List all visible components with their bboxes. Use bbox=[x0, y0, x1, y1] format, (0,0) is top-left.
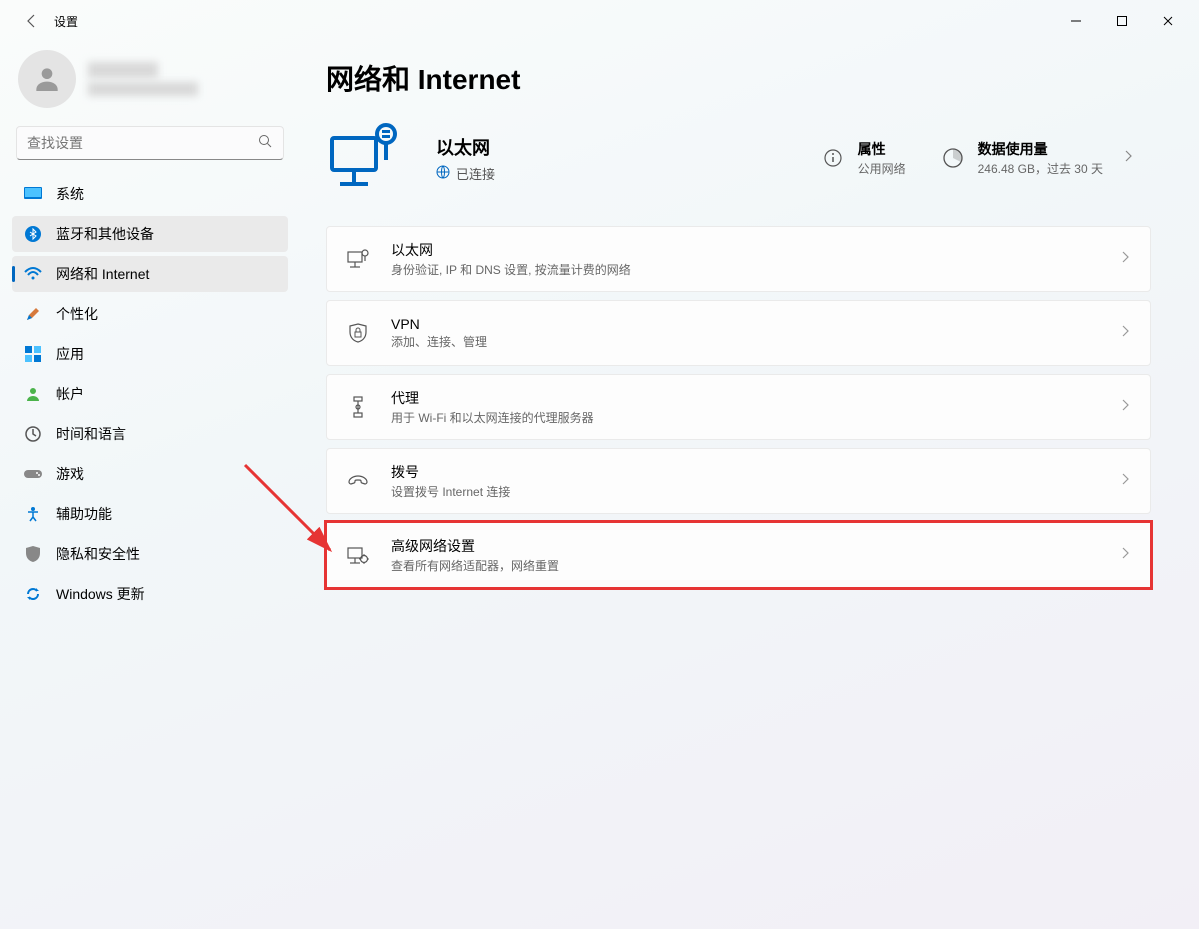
globe-icon bbox=[436, 165, 450, 182]
back-button[interactable] bbox=[22, 11, 42, 31]
card-sub: 设置拨号 Internet 连接 bbox=[391, 483, 1120, 500]
search-field[interactable] bbox=[27, 135, 257, 151]
card-title: 以太网 bbox=[391, 240, 1120, 260]
nav-privacy[interactable]: 隐私和安全性 bbox=[12, 536, 288, 572]
card-sub: 身份验证, IP 和 DNS 设置, 按流量计费的网络 bbox=[391, 261, 1120, 278]
user-name-blurred bbox=[88, 62, 158, 78]
user-email-blurred bbox=[88, 82, 198, 96]
nav-label: 游戏 bbox=[56, 464, 84, 484]
nav-bluetooth[interactable]: 蓝牙和其他设备 bbox=[12, 216, 288, 252]
hero-title: 以太网 bbox=[436, 134, 495, 160]
window-title: 设置 bbox=[54, 13, 78, 30]
nav-time-language[interactable]: 时间和语言 bbox=[12, 416, 288, 452]
card-title: 高级网络设置 bbox=[391, 536, 1120, 556]
person-icon bbox=[24, 385, 42, 403]
data-usage-icon bbox=[942, 147, 964, 169]
card-proxy[interactable]: 代理 用于 Wi-Fi 和以太网连接的代理服务器 bbox=[326, 374, 1151, 440]
card-advanced-network[interactable]: 高级网络设置 查看所有网络适配器，网络重置 bbox=[326, 522, 1151, 588]
card-vpn[interactable]: VPN 添加、连接、管理 bbox=[326, 300, 1151, 366]
brush-icon bbox=[24, 305, 42, 323]
nav-accounts[interactable]: 帐户 bbox=[12, 376, 288, 412]
nav-network[interactable]: 网络和 Internet bbox=[12, 256, 288, 292]
nav-windows-update[interactable]: Windows 更新 bbox=[12, 576, 288, 612]
nav-label: 时间和语言 bbox=[56, 424, 126, 444]
ethernet-icon bbox=[347, 248, 369, 270]
title-bar: 设置 bbox=[0, 0, 1199, 42]
update-icon bbox=[24, 585, 42, 603]
maximize-button[interactable] bbox=[1099, 5, 1145, 37]
shield-lock-icon bbox=[347, 322, 369, 344]
chevron-right-icon bbox=[1120, 398, 1130, 417]
monitor-icon bbox=[24, 185, 42, 203]
user-profile[interactable] bbox=[8, 42, 292, 126]
hero-status: 已连接 bbox=[456, 164, 495, 183]
shield-icon bbox=[24, 545, 42, 563]
wifi-icon bbox=[24, 265, 42, 283]
chevron-right-icon bbox=[1120, 324, 1130, 343]
main-content: 网络和 Internet 以太网 已连接 属性 公用网络 bbox=[300, 42, 1199, 929]
nav-label: 蓝牙和其他设备 bbox=[56, 224, 154, 244]
close-button[interactable] bbox=[1145, 5, 1191, 37]
nav-accessibility[interactable]: 辅助功能 bbox=[12, 496, 288, 532]
nav-label: 个性化 bbox=[56, 304, 98, 324]
proxy-icon bbox=[347, 396, 369, 418]
nav-list: 系统 蓝牙和其他设备 网络和 Internet 个性化 应用 帐户 bbox=[8, 176, 292, 612]
page-title: 网络和 Internet bbox=[326, 58, 1151, 98]
properties-sub: 公用网络 bbox=[858, 160, 906, 177]
usage-title: 数据使用量 bbox=[978, 139, 1103, 159]
chevron-right-icon bbox=[1120, 250, 1130, 269]
ethernet-hero-icon bbox=[326, 120, 402, 196]
phone-icon bbox=[347, 470, 369, 492]
nav-gaming[interactable]: 游戏 bbox=[12, 456, 288, 492]
nav-personalization[interactable]: 个性化 bbox=[12, 296, 288, 332]
search-icon bbox=[257, 133, 273, 154]
properties-block[interactable]: 属性 公用网络 bbox=[804, 139, 924, 177]
card-title: 拨号 bbox=[391, 462, 1120, 482]
data-usage-block[interactable]: 数据使用量 246.48 GB，过去 30 天 bbox=[924, 139, 1151, 177]
card-sub: 添加、连接、管理 bbox=[391, 333, 1120, 350]
avatar bbox=[18, 50, 76, 108]
nav-label: 系统 bbox=[56, 184, 84, 204]
nav-label: 网络和 Internet bbox=[56, 264, 149, 284]
card-title: VPN bbox=[391, 316, 1120, 332]
chevron-right-icon bbox=[1120, 546, 1130, 565]
card-title: 代理 bbox=[391, 388, 1120, 408]
search-input[interactable] bbox=[16, 126, 284, 160]
advanced-settings-icon bbox=[347, 544, 369, 566]
chevron-right-icon bbox=[1123, 149, 1133, 168]
sidebar: 系统 蓝牙和其他设备 网络和 Internet 个性化 应用 帐户 bbox=[0, 42, 300, 929]
nav-label: 应用 bbox=[56, 344, 84, 364]
properties-title: 属性 bbox=[858, 139, 906, 159]
card-dialup[interactable]: 拨号 设置拨号 Internet 连接 bbox=[326, 448, 1151, 514]
clock-globe-icon bbox=[24, 425, 42, 443]
chevron-right-icon bbox=[1120, 472, 1130, 491]
nav-label: Windows 更新 bbox=[56, 584, 145, 604]
network-hero: 以太网 已连接 属性 公用网络 数据使用量 246.48 GB，过去 30 天 bbox=[326, 120, 1151, 196]
accessibility-icon bbox=[24, 505, 42, 523]
info-icon bbox=[822, 147, 844, 169]
card-sub: 查看所有网络适配器，网络重置 bbox=[391, 557, 1120, 574]
bluetooth-icon bbox=[24, 225, 42, 243]
usage-sub: 246.48 GB，过去 30 天 bbox=[978, 160, 1103, 177]
nav-apps[interactable]: 应用 bbox=[12, 336, 288, 372]
nav-label: 辅助功能 bbox=[56, 504, 112, 524]
minimize-button[interactable] bbox=[1053, 5, 1099, 37]
nav-system[interactable]: 系统 bbox=[12, 176, 288, 212]
card-ethernet[interactable]: 以太网 身份验证, IP 和 DNS 设置, 按流量计费的网络 bbox=[326, 226, 1151, 292]
nav-label: 帐户 bbox=[56, 384, 84, 404]
nav-label: 隐私和安全性 bbox=[56, 544, 140, 564]
gamepad-icon bbox=[24, 465, 42, 483]
card-sub: 用于 Wi-Fi 和以太网连接的代理服务器 bbox=[391, 409, 1120, 426]
apps-icon bbox=[24, 345, 42, 363]
